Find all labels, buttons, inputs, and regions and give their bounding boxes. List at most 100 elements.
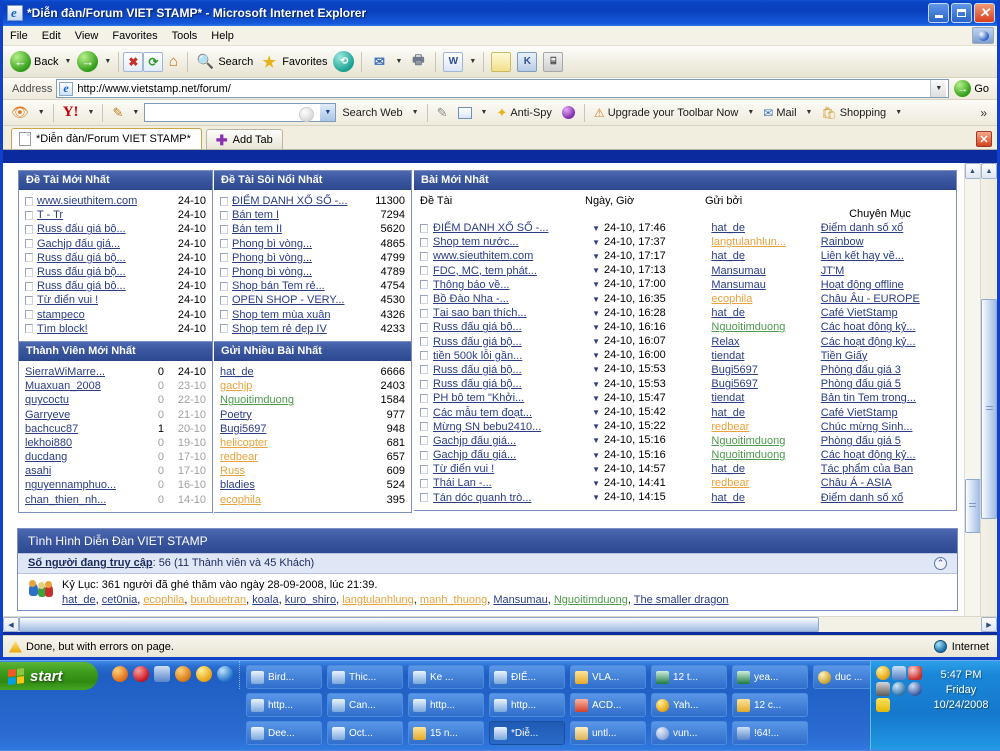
goto-last-post-icon[interactable]: ▼ (592, 380, 600, 389)
poster-link[interactable]: Nguoitimduong (711, 435, 785, 447)
member-link[interactable]: SierraWiMarre... (25, 365, 105, 379)
list-item[interactable]: Bugi5697948 (220, 422, 405, 436)
poster-link[interactable]: hat_de (711, 407, 745, 419)
topic-link[interactable]: FDC, MC, tem phát... (433, 265, 537, 277)
maximize-button[interactable] (951, 3, 972, 23)
anti-spy-button[interactable]: ✦ Anti-Spy (492, 105, 555, 121)
inner-scroll-track[interactable] (965, 179, 981, 479)
poster-link[interactable]: langtulanhlun... (711, 236, 786, 248)
poster-link[interactable]: Mansumau (711, 279, 765, 291)
list-item[interactable]: redbear657 (220, 450, 405, 464)
taskbar-item[interactable]: Ke ... (408, 665, 484, 689)
member-link[interactable]: helicopter (220, 436, 268, 450)
forward-dropdown-icon[interactable]: ▼ (101, 58, 114, 65)
poster-link[interactable]: hat_de (711, 492, 745, 504)
edit-dropdown-icon[interactable]: ▼ (466, 58, 479, 65)
goto-last-post-icon[interactable]: ▼ (592, 280, 600, 289)
taskbar-item[interactable]: Yah... (651, 693, 727, 717)
list-item[interactable]: Russ đấu giá bộ...24-10 (25, 222, 206, 236)
list-item[interactable]: Garryeve021-10 (25, 407, 206, 421)
list-item[interactable]: hat_de6666 (220, 365, 405, 379)
member-link[interactable]: Poetry (220, 408, 252, 422)
topic-link[interactable]: Phong bì vòng... (232, 237, 312, 251)
table-row[interactable]: Russ đấu giá bộ...▼24-10, 16:16Nguoitimd… (420, 320, 950, 334)
member-link[interactable]: bachcuc87 (25, 422, 78, 436)
taskbar-item[interactable]: untl... (570, 721, 646, 745)
list-item[interactable]: ducdang017-10 (25, 450, 206, 464)
topic-link[interactable]: Russ đấu giá bộ... (37, 222, 126, 236)
yahoo-pencil-icon[interactable]: ✎ (108, 105, 127, 121)
member-link[interactable]: hat_de (220, 365, 254, 379)
topic-link[interactable]: Từ điển vui ! (37, 293, 98, 307)
goto-last-post-icon[interactable]: ▼ (592, 451, 600, 460)
topic-link[interactable]: Gachjp đấu giá... (433, 435, 516, 447)
taskbar-item[interactable]: !64!... (732, 721, 808, 745)
topic-link[interactable]: Russ đấu giá bộ... (37, 279, 126, 293)
topic-link[interactable]: stampeco (37, 308, 85, 322)
list-item[interactable]: stampeco24-10 (25, 308, 206, 322)
hscroll-track[interactable] (819, 617, 981, 632)
forum-link[interactable]: Phòng đấu giá 3 (821, 364, 901, 376)
member-link[interactable]: Garryeve (25, 408, 70, 422)
topic-link[interactable]: Tán dóc quanh trò... (433, 492, 531, 504)
member-link[interactable]: Nguoitimduong (220, 393, 294, 407)
scroll-up-icon[interactable]: ▲ (981, 163, 997, 179)
table-row[interactable]: PH bộ tem "Khởi...▼24-10, 15:47tiendatBả… (420, 391, 950, 405)
topic-link[interactable]: Tại sao bạn thích... (433, 307, 527, 319)
list-item[interactable]: Bán tem II5620 (220, 222, 405, 236)
taskbar-item[interactable]: ĐIỂ... (489, 665, 565, 689)
member-link[interactable]: asahi (25, 464, 51, 478)
member-link[interactable]: ecophila (220, 493, 261, 507)
topic-link[interactable]: Phong bì vòng... (232, 251, 312, 265)
mail-button[interactable]: ✉ (366, 49, 392, 75)
topic-link[interactable]: www.sieuthitem.com (37, 194, 137, 208)
goto-last-post-icon[interactable]: ▼ (592, 394, 600, 403)
poster-link[interactable]: Bugi5697 (711, 378, 758, 390)
member-link[interactable]: bladies (220, 478, 255, 492)
member-link[interactable]: ducdang (25, 450, 67, 464)
poster-link[interactable]: hat_de (711, 250, 745, 262)
menu-item-view[interactable]: View (68, 28, 106, 44)
opera-icon[interactable] (133, 666, 149, 682)
yahoo-music-icon[interactable] (558, 106, 579, 119)
taskbar-item[interactable]: 15 n... (408, 721, 484, 745)
taskbar-item[interactable]: http... (489, 693, 565, 717)
menu-item-edit[interactable]: Edit (35, 28, 68, 44)
list-item[interactable]: Phong bì vòng...4799 (220, 251, 405, 265)
menu-item-favorites[interactable]: Favorites (105, 28, 164, 44)
list-item[interactable]: quycoctu022-10 (25, 393, 206, 407)
poster-link[interactable]: hat_de (711, 463, 745, 475)
online-user-link[interactable]: kuro_shiro (285, 594, 336, 606)
forum-link[interactable]: Các hoạt động kỷ... (821, 449, 916, 461)
goto-last-post-icon[interactable]: ▼ (592, 238, 600, 247)
goto-last-post-icon[interactable]: ▼ (592, 365, 600, 374)
forum-link[interactable]: Châu Á - ASIA (821, 477, 892, 489)
poster-link[interactable]: Mansumau (711, 265, 765, 277)
online-users-label[interactable]: Số người đang truy cập (28, 557, 153, 569)
menu-item-file[interactable]: File (3, 28, 35, 44)
topic-link[interactable]: Mừng SN bebu2410... (433, 421, 541, 433)
table-row[interactable]: tiền 500k lỗi gần...▼24-10, 16:00tiendat… (420, 349, 950, 363)
goto-last-post-icon[interactable]: ▼ (592, 422, 600, 431)
forum-link[interactable]: Liên kết hay về... (821, 250, 904, 262)
taskbar-item[interactable]: Thic... (327, 665, 403, 689)
goto-last-post-icon[interactable]: ▼ (592, 408, 600, 417)
scroll-left-icon[interactable]: ◀ (3, 617, 19, 632)
yahoo-companion-icon[interactable]: 👁 (7, 104, 33, 121)
topic-link[interactable]: ĐIỂM DANH XỔ SỐ -... (433, 222, 549, 234)
list-item[interactable]: bladies524 (220, 478, 405, 492)
online-user-link[interactable]: Nguoitimduong (554, 594, 628, 606)
topic-link[interactable]: www.sieuthitem.com (433, 250, 533, 262)
forum-link[interactable]: Các hoạt động kỷ... (821, 321, 916, 333)
address-input[interactable]: http://www.vietstamp.net/forum/ ▼ (56, 79, 949, 98)
forum-link[interactable]: Hoạt động offline (821, 279, 904, 291)
scroll-track-lower[interactable] (981, 519, 997, 616)
online-user-link[interactable]: The smaller dragon (634, 594, 729, 606)
goto-last-post-icon[interactable]: ▼ (592, 465, 600, 474)
edit-button[interactable]: W (440, 49, 466, 75)
table-row[interactable]: Thông báo về...▼24-10, 17:00MansumauHoạt… (420, 278, 950, 292)
yahoo-logo-dropdown-icon[interactable]: ▼ (85, 109, 98, 116)
favorites-button[interactable]: ★ Favorites (256, 49, 330, 75)
list-item[interactable]: gachjp2403 (220, 379, 405, 393)
goto-last-post-icon[interactable]: ▼ (592, 479, 600, 488)
